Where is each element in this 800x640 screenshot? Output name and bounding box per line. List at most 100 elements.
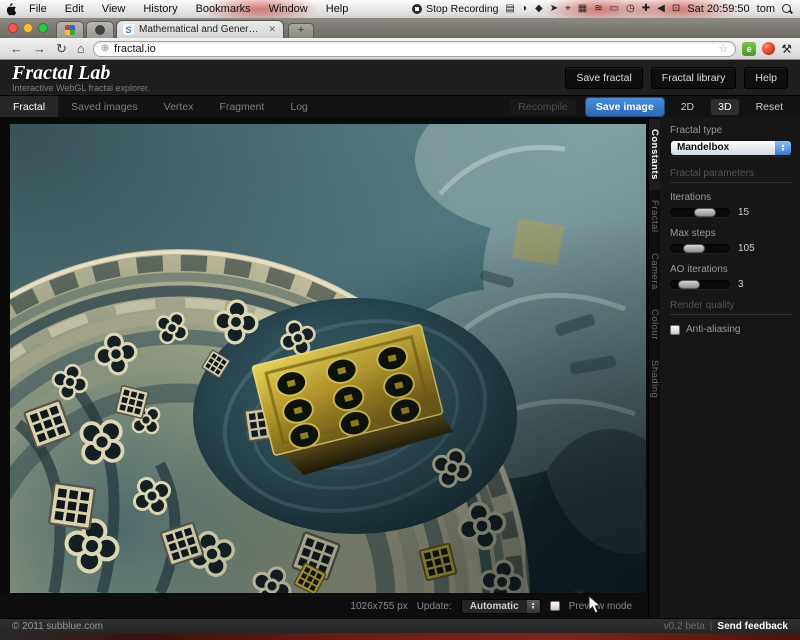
slider-thumb[interactable] — [694, 208, 716, 217]
max-steps-label: Max steps — [670, 228, 792, 239]
tab-vertex[interactable]: Vertex — [151, 96, 207, 117]
tab-fractal[interactable]: Fractal — [0, 96, 58, 117]
volume-icon[interactable]: ◀ — [657, 4, 665, 14]
evernote-extension-icon[interactable]: e — [742, 42, 756, 56]
red-extension-icon[interactable] — [762, 42, 775, 55]
tab-close-icon[interactable]: ✕ — [267, 24, 277, 35]
save-fractal-button[interactable]: Save fractal — [565, 67, 642, 89]
minimize-window-button[interactable] — [23, 23, 33, 33]
forward-button[interactable]: → — [31, 42, 48, 55]
menu-bookmarks[interactable]: Bookmarks — [187, 1, 260, 17]
fractal-lab-app: Fractal Lab Interactive WebGL fractal ex… — [0, 60, 800, 633]
vtab-constants[interactable]: Constants — [649, 119, 660, 190]
mandelbox-render — [10, 124, 646, 593]
render-size: 1026x755 px — [350, 601, 407, 612]
slider-thumb[interactable] — [683, 244, 705, 253]
preview-mode-checkbox[interactable] — [550, 601, 560, 611]
canvas-status-bar: 1026x755 px Update: Automatic ▲▼ Preview… — [0, 594, 648, 618]
ao-iterations-control: AO iterations 3 — [670, 264, 792, 290]
bookmark-star-icon[interactable]: ☆ — [718, 42, 728, 55]
select-stepper-icon: ▲▼ — [527, 600, 540, 613]
max-steps-slider[interactable] — [670, 244, 730, 253]
close-window-button[interactable] — [8, 23, 18, 33]
menu-edit[interactable]: Edit — [56, 1, 93, 17]
iterations-label: Iterations — [670, 192, 792, 203]
clock-icon[interactable]: ◷ — [626, 4, 635, 14]
dropbox-icon[interactable]: ▤ — [506, 4, 515, 14]
vtab-camera[interactable]: Camera — [649, 243, 660, 300]
fractal-type-label: Fractal type — [670, 125, 792, 136]
pinned-tab-1[interactable] — [56, 21, 84, 38]
pinned-tab-favicon — [65, 25, 75, 35]
send-feedback-link[interactable]: Send feedback — [717, 621, 788, 632]
url-text[interactable]: fractal.io — [114, 43, 713, 55]
ao-iterations-value: 3 — [738, 279, 744, 290]
ao-iterations-slider[interactable] — [670, 280, 730, 289]
menu-window[interactable]: Window — [260, 1, 317, 17]
sidebar-vertical-tabs: Constants Fractal Camera Colour Shading — [649, 117, 660, 618]
help-button[interactable]: Help — [744, 67, 788, 89]
new-tab-button[interactable]: + — [288, 23, 314, 38]
apple-menu-icon[interactable] — [0, 3, 20, 16]
vtab-shading[interactable]: Shading — [649, 350, 660, 408]
pointer-icon[interactable]: ⌖ — [565, 4, 571, 14]
shield-icon[interactable]: ◆ — [535, 4, 543, 14]
stop-recording-button[interactable]: Stop Recording — [412, 3, 498, 15]
tab-saved-images[interactable]: Saved images — [58, 96, 151, 117]
mouse-cursor — [588, 595, 601, 614]
slider-thumb[interactable] — [678, 280, 700, 289]
zoom-window-button[interactable] — [38, 23, 48, 33]
antialiasing-control: Anti-aliasing — [670, 324, 792, 335]
ink-drop-icon[interactable]: ◗ — [522, 4, 528, 14]
main-area: 1026x755 px Update: Automatic ▲▼ Preview… — [0, 117, 800, 618]
display-icon[interactable]: ⊡ — [672, 4, 680, 14]
tab-fragment[interactable]: Fragment — [206, 96, 277, 117]
menubar-clock[interactable]: Sat 20:59:50 — [687, 3, 749, 15]
twitter-icon[interactable]: ➤ — [550, 4, 558, 14]
pinned-tab-favicon — [95, 25, 105, 35]
tab-log[interactable]: Log — [277, 96, 321, 117]
grid-icon[interactable]: ▦ — [578, 4, 587, 14]
menubar-user[interactable]: tom — [757, 3, 775, 15]
menu-view[interactable]: View — [93, 1, 135, 17]
update-mode-select[interactable]: Automatic ▲▼ — [461, 599, 541, 614]
stop-icon — [412, 4, 422, 14]
vtab-fractal[interactable]: Fractal — [649, 190, 660, 243]
chrome-wrench-icon[interactable]: ⚒ — [781, 42, 792, 56]
spotlight-icon[interactable] — [782, 4, 792, 14]
fractal-type-select[interactable]: Mandelbox ▲▼ — [670, 140, 792, 156]
tab-favicon: S — [123, 24, 134, 35]
back-button[interactable]: ← — [8, 42, 25, 55]
antialiasing-checkbox[interactable] — [670, 325, 680, 335]
canvas-column: 1026x755 px Update: Automatic ▲▼ Preview… — [0, 117, 648, 618]
fractal-library-button[interactable]: Fractal library — [651, 67, 737, 89]
update-mode-value: Automatic — [462, 601, 527, 612]
address-bar[interactable]: ⊕ fractal.io ☆ — [93, 41, 736, 57]
wifi-icon[interactable]: ≋ — [594, 4, 602, 14]
fractal-type-value: Mandelbox — [671, 141, 775, 155]
screen: Chrome File Edit View History Bookmarks … — [0, 0, 800, 640]
home-button[interactable]: ⌂ — [75, 42, 87, 55]
pinned-tab-2[interactable] — [86, 21, 114, 38]
mode-2d-button[interactable]: 2D — [674, 99, 701, 115]
active-tab[interactable]: S Mathematical and Generative ✕ — [116, 20, 284, 38]
mode-3d-button[interactable]: 3D — [711, 99, 738, 115]
iterations-value: 15 — [738, 207, 749, 218]
reset-button[interactable]: Reset — [749, 99, 790, 115]
ao-iterations-label: AO iterations — [670, 264, 792, 275]
update-label: Update: — [417, 601, 452, 612]
fractal-render-canvas[interactable] — [10, 124, 646, 593]
reload-button[interactable]: ↻ — [54, 42, 69, 55]
save-image-button[interactable]: Save image — [586, 98, 664, 116]
render-quality-heading: Render quality — [670, 300, 792, 315]
keyboard-icon[interactable]: ▭ — [610, 4, 619, 14]
menu-file[interactable]: File — [20, 1, 56, 17]
vtab-colour[interactable]: Colour — [649, 299, 660, 350]
copyright-text[interactable]: © 2011 subblue.com — [12, 621, 103, 632]
move-icon[interactable]: ✚ — [642, 4, 650, 14]
menu-help[interactable]: Help — [317, 1, 358, 17]
menu-history[interactable]: History — [134, 1, 186, 17]
iterations-slider[interactable] — [670, 208, 730, 217]
app-toolbar: Fractal Saved images Vertex Fragment Log… — [0, 95, 800, 117]
recompile-button[interactable]: Recompile — [510, 99, 576, 115]
